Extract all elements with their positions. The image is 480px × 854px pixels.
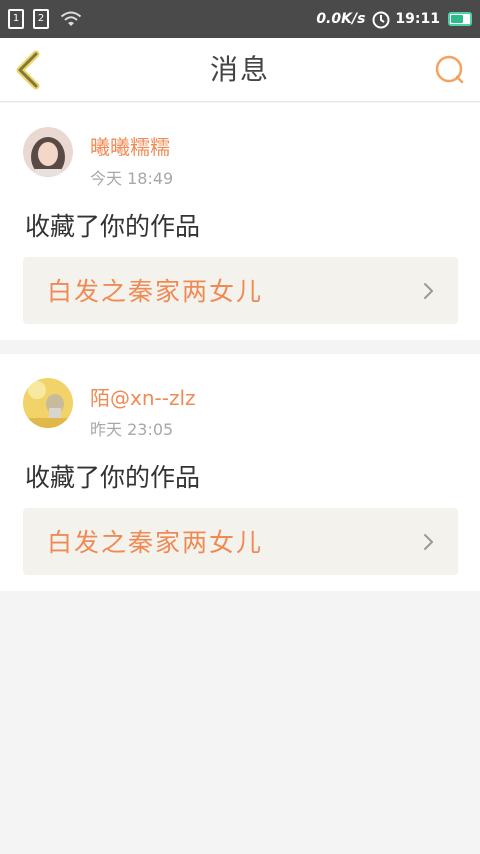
work-link[interactable]: 白发之秦家两女儿 bbox=[23, 508, 458, 575]
message-time: 今天 18:49 bbox=[90, 169, 174, 188]
network-speed: 0.0K/s bbox=[316, 11, 366, 27]
message-time: 昨天 23:05 bbox=[90, 420, 174, 439]
avatar[interactable] bbox=[23, 378, 73, 428]
status-bar: 1 2 0.0K/s 19:11 bbox=[0, 0, 480, 38]
alarm-icon bbox=[372, 11, 390, 29]
message-card: 曦曦糯糯 今天 18:49 收藏了你的作品 白发之秦家两女儿 bbox=[0, 103, 480, 340]
chevron-right-icon bbox=[424, 283, 433, 299]
wifi-icon bbox=[60, 11, 82, 26]
status-time: 19:11 bbox=[395, 11, 440, 27]
avatar[interactable] bbox=[23, 127, 73, 177]
search-icon bbox=[435, 55, 464, 84]
avatar-image bbox=[23, 127, 73, 177]
username-link[interactable]: 曦曦糯糯 bbox=[90, 131, 170, 160]
message-action: 收藏了你的作品 bbox=[25, 463, 201, 492]
work-link[interactable]: 白发之秦家两女儿 bbox=[23, 257, 458, 324]
message-action: 收藏了你的作品 bbox=[25, 212, 201, 241]
work-title: 白发之秦家两女儿 bbox=[47, 528, 264, 557]
search-button[interactable] bbox=[432, 52, 468, 88]
nav-bar: 消息 bbox=[0, 38, 480, 102]
avatar-image bbox=[23, 378, 73, 428]
page-title: 消息 bbox=[209, 53, 270, 86]
message-card: 陌@xn--zlz 昨天 23:05 收藏了你的作品 白发之秦家两女儿 bbox=[0, 354, 480, 591]
sim1-icon: 1 bbox=[8, 9, 24, 29]
chevron-right-icon bbox=[424, 534, 433, 550]
username-link[interactable]: 陌@xn--zlz bbox=[90, 382, 196, 411]
sim2-icon: 2 bbox=[33, 9, 49, 29]
work-title: 白发之秦家两女儿 bbox=[47, 277, 264, 306]
battery-icon bbox=[448, 12, 472, 26]
